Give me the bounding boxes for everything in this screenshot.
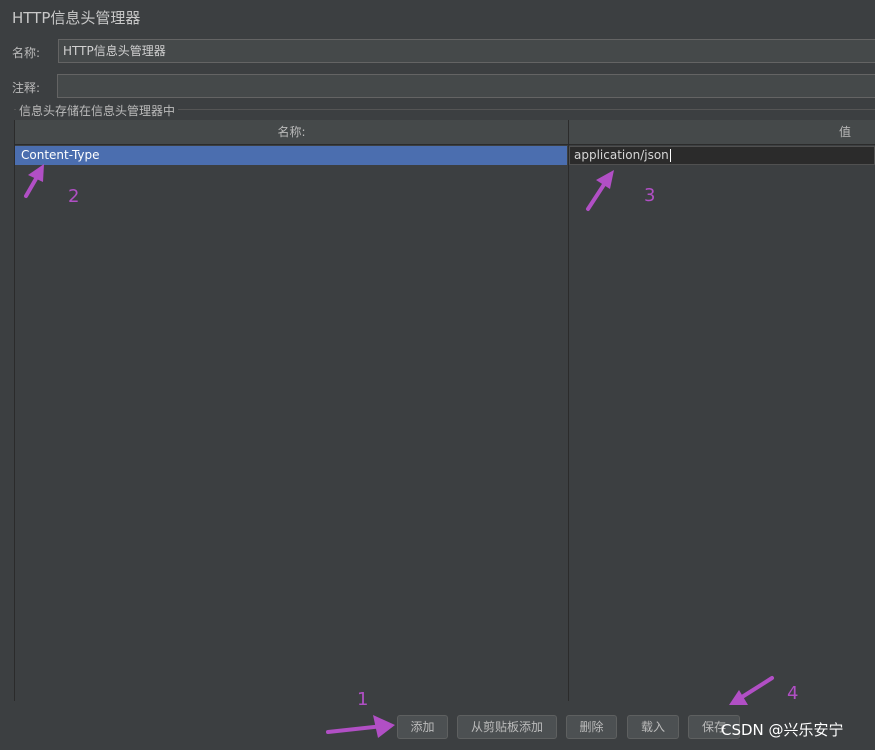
arrow-icon-3: [586, 170, 614, 211]
arrow-icon-2: [24, 164, 44, 198]
arrow-icon-4: [729, 676, 774, 705]
annotation-arrows: [24, 164, 774, 738]
arrow-icon-1: [326, 715, 395, 738]
csdn-watermark: CSDN @兴乐安宁: [721, 721, 844, 739]
